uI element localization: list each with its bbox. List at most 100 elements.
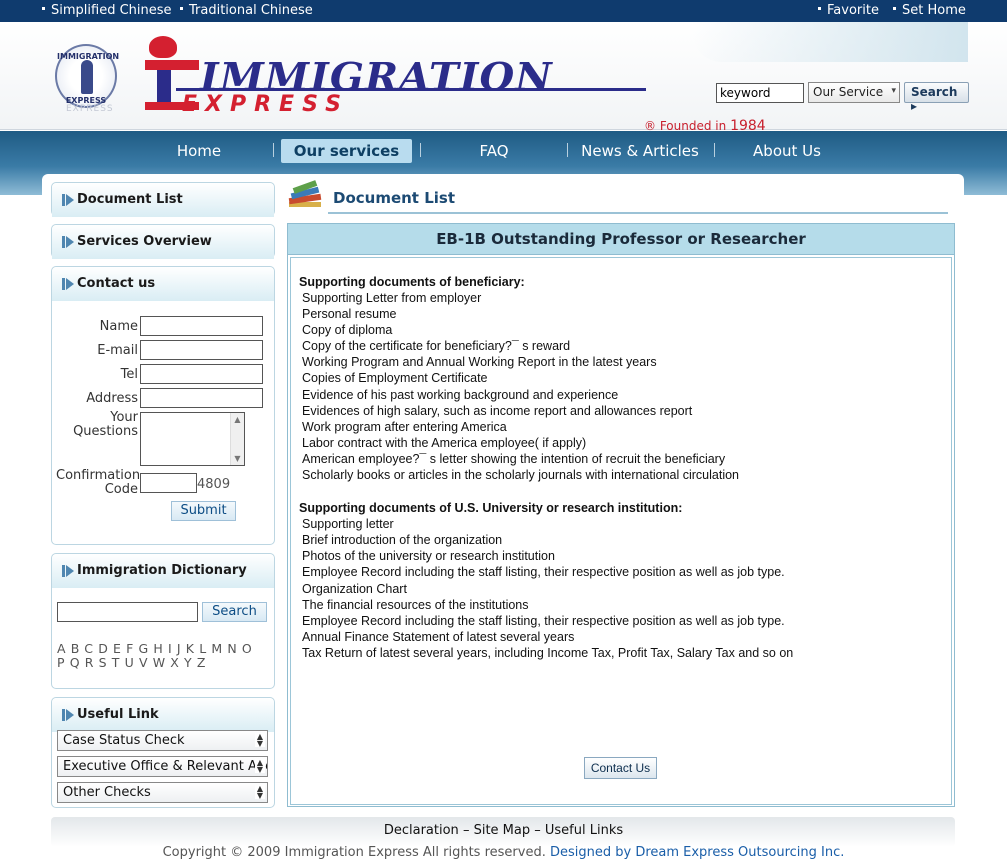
- header-search-button[interactable]: Search ▸: [904, 82, 969, 113]
- nav-news-articles[interactable]: News & Articles: [580, 139, 700, 163]
- list-item: Supporting letter: [302, 517, 394, 532]
- document-list-label: Document List: [77, 192, 183, 207]
- set-home-label: Set Home: [902, 3, 966, 18]
- list-item: Personal resume: [302, 307, 397, 322]
- play-arrow-icon: [62, 194, 74, 206]
- confirmation-label-line2: Code: [104, 482, 138, 497]
- footer-separator: –: [462, 823, 470, 838]
- bullet-icon: [818, 7, 821, 10]
- sidebar-header: Services Overview: [52, 225, 274, 259]
- scroll-down-icon[interactable]: ▼: [231, 452, 244, 465]
- contact-us-label: Contact us: [77, 276, 156, 291]
- title-divider: [328, 212, 948, 214]
- address-label: Address: [86, 391, 138, 406]
- other-checks-value: Other Checks: [63, 785, 151, 800]
- list-item: Copy of diploma: [302, 323, 393, 338]
- sidebar-header: Document List: [52, 183, 274, 217]
- set-home-link[interactable]: Set Home: [893, 3, 966, 18]
- top-bar: Simplified Chinese Traditional Chinese F…: [0, 0, 1007, 22]
- email-label: E-mail: [97, 343, 138, 358]
- questions-textarea[interactable]: ▲ ▼: [140, 412, 245, 466]
- questions-label-line1: Your: [110, 410, 138, 425]
- list-item: Brief introduction of the organization: [302, 533, 503, 548]
- list-item: Labor contract with the America employee…: [302, 435, 587, 450]
- scroll-up-icon[interactable]: ▲: [231, 413, 244, 426]
- logo-bar: [145, 60, 199, 70]
- logo-underline: [176, 88, 646, 91]
- address-field[interactable]: [140, 388, 263, 408]
- sidebar-item-services-overview[interactable]: Services Overview: [51, 224, 275, 259]
- seal-logo-icon[interactable]: IMMIGRATION EXPRESS: [55, 44, 119, 108]
- books-icon: [287, 180, 323, 212]
- name-label: Name: [99, 319, 138, 334]
- footer-link-site-map[interactable]: Site Map: [474, 823, 531, 838]
- sidebar-header: Immigration Dictionary: [52, 554, 274, 588]
- dictionary-search-input[interactable]: [57, 602, 198, 622]
- bullet-icon: [893, 7, 896, 10]
- traditional-chinese-link[interactable]: Traditional Chinese: [180, 3, 313, 18]
- dictionary-title: Immigration Dictionary: [77, 563, 247, 578]
- nav-separator: [714, 143, 715, 157]
- list-item: Supporting Letter from employer: [302, 291, 482, 305]
- list-item: Employee Record including the staff list…: [302, 613, 785, 628]
- select-arrows-icon: ▲ ▼: [255, 732, 265, 748]
- questions-label: Your Questions: [60, 411, 138, 439]
- list-item: Tax Return of latest several years, incl…: [302, 645, 794, 660]
- executive-office-select[interactable]: Executive Office & Relevant Agencies▲▼: [57, 756, 268, 777]
- footer-link-useful-links[interactable]: Useful Links: [545, 823, 623, 838]
- designer-link[interactable]: Designed by Dream Express Outsourcing In…: [550, 845, 844, 860]
- list-item: Photos of the university or research ins…: [302, 549, 555, 564]
- seal-reflection: EXPRESS: [66, 104, 114, 114]
- footer-links: Declaration – Site Map – Useful Links: [0, 823, 1007, 838]
- footer-separator: –: [534, 823, 541, 838]
- favorite-label: Favorite: [827, 3, 879, 18]
- flame-shape: [149, 36, 177, 58]
- confirmation-code-field[interactable]: [140, 473, 197, 493]
- keyword-input[interactable]: [716, 83, 804, 103]
- list-item: Evidences of high salary, such as income…: [302, 403, 693, 418]
- tel-label: Tel: [120, 367, 138, 382]
- dictionary-search-button[interactable]: Search: [202, 602, 267, 622]
- favorite-link[interactable]: Favorite: [818, 3, 879, 18]
- tel-field[interactable]: [140, 364, 263, 384]
- list-item: The financial resources of the instituti…: [302, 597, 529, 612]
- copyright: Copyright © 2009 Immigration Express All…: [0, 845, 1007, 860]
- logo-subword: EXPRESS: [182, 92, 349, 117]
- nav-home[interactable]: Home: [160, 139, 238, 163]
- page-title: Document List: [333, 189, 455, 207]
- name-field[interactable]: [140, 316, 263, 336]
- select-arrows-icon: ▲ ▼: [255, 758, 265, 774]
- nav-separator: [567, 143, 568, 157]
- executive-office-value: Executive Office & Relevant Agencies: [63, 759, 267, 774]
- service-select-value: Our Service: [813, 85, 884, 99]
- nav-our-services[interactable]: Our services: [281, 139, 412, 163]
- questions-label-line2: Questions: [73, 424, 138, 439]
- email-field[interactable]: [140, 340, 263, 360]
- copyright-text: Copyright © 2009 Immigration Express All…: [162, 845, 546, 860]
- service-select[interactable]: Our Service ▾: [808, 82, 900, 103]
- list-item: Organization Chart: [302, 581, 407, 596]
- list-item: Evidence of his past working background …: [302, 387, 619, 402]
- site-header: IMMIGRATION EXPRESS EXPRESS IMMIGRATION …: [0, 22, 1007, 134]
- contact-us-button[interactable]: Contact Us: [584, 757, 657, 779]
- nav-about-us[interactable]: About Us: [740, 139, 834, 163]
- list-item: Employee Record including the staff list…: [302, 565, 785, 580]
- textarea-scrollbar[interactable]: ▲ ▼: [230, 413, 244, 465]
- list-item: American employee?¯ s letter showing the…: [302, 451, 726, 466]
- list-item: Work program after entering America: [302, 419, 507, 434]
- document-list-body: Supporting documents of beneficiary: Sup…: [299, 274, 793, 661]
- footer-link-declaration[interactable]: Declaration: [384, 823, 459, 838]
- bullet-icon: [42, 7, 45, 10]
- simplified-chinese-link[interactable]: Simplified Chinese: [42, 3, 172, 18]
- other-checks-select[interactable]: Other Checks ▲ ▼: [57, 782, 268, 803]
- dictionary-letter-index[interactable]: ABCDEFGHIJKLMNOPQRSTUVWXYZ: [57, 642, 267, 670]
- nav-faq[interactable]: FAQ: [455, 139, 533, 163]
- case-status-select[interactable]: Case Status Check ▲ ▼: [57, 730, 268, 751]
- nav-separator: [420, 143, 421, 157]
- sidebar-item-document-list[interactable]: Document List: [51, 182, 275, 217]
- useful-link-title: Useful Link: [77, 707, 159, 722]
- submit-button[interactable]: Submit: [171, 501, 236, 521]
- list-item: Copies of Employment Certificate: [302, 371, 488, 386]
- select-arrows-icon: ▲ ▼: [255, 784, 265, 800]
